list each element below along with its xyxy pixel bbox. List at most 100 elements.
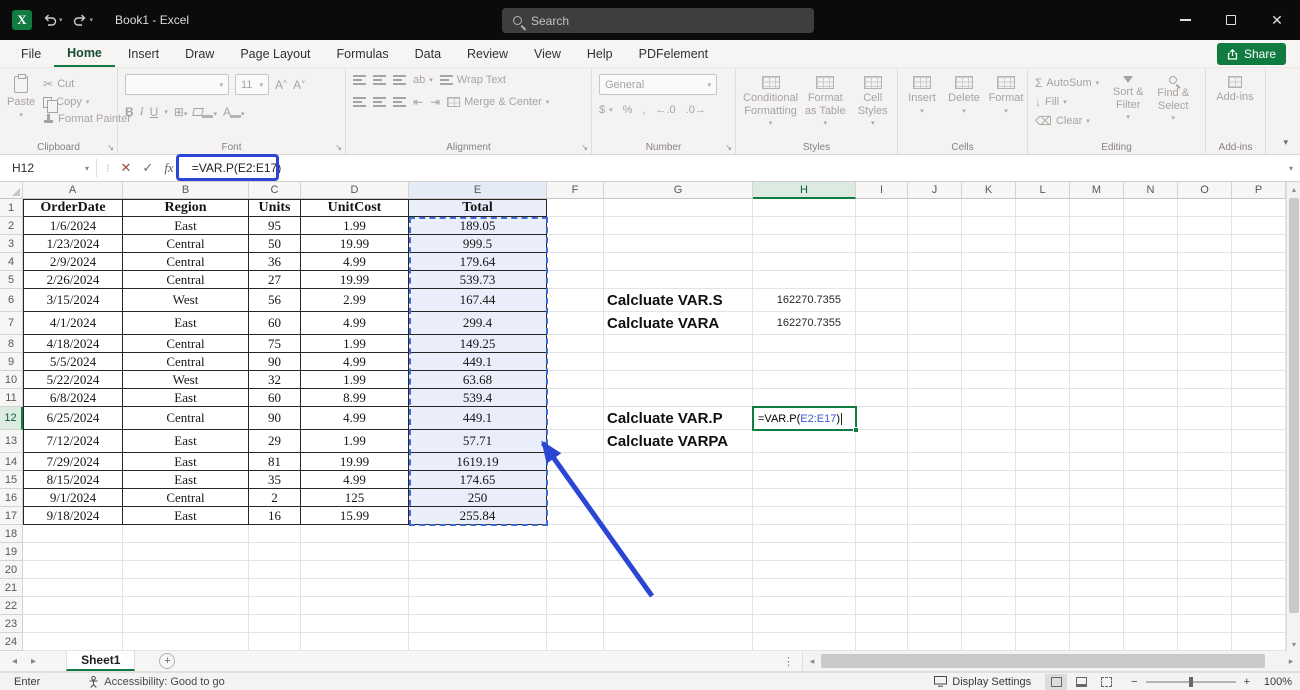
row-header-20[interactable]: 20 [0,561,23,579]
cell-N9[interactable] [1124,353,1178,371]
row-header-15[interactable]: 15 [0,471,23,489]
cell-L8[interactable] [1016,335,1070,353]
cell-N20[interactable] [1124,561,1178,579]
cell-D6[interactable]: 2.99 [301,289,409,312]
cell-B9[interactable]: Central [123,353,249,371]
cell-E6[interactable]: 167.44 [409,289,547,312]
cell-M22[interactable] [1070,597,1124,615]
expand-formula-bar-icon[interactable]: ▾ [1289,164,1293,173]
cell-C13[interactable]: 29 [249,430,301,453]
cell-L10[interactable] [1016,371,1070,389]
cell-M10[interactable] [1070,371,1124,389]
cell-M19[interactable] [1070,543,1124,561]
cell-C22[interactable] [249,597,301,615]
cell-A15[interactable]: 8/15/2024 [23,471,123,489]
cell-D13[interactable]: 1.99 [301,430,409,453]
cell-F1[interactable] [547,199,604,217]
cell-K11[interactable] [962,389,1016,407]
paste-dropdown-icon[interactable]: ▾ [19,112,23,120]
row-header-5[interactable]: 5 [0,271,23,289]
cell-B7[interactable]: East [123,312,249,335]
tab-review[interactable]: Review [454,40,521,67]
cell-J12[interactable] [908,407,962,430]
accessibility-status[interactable]: Accessibility: Good to go [88,676,224,688]
cell-D22[interactable] [301,597,409,615]
cell-J7[interactable] [908,312,962,335]
cell-G10[interactable] [604,371,753,389]
cell-H15[interactable] [753,471,856,489]
cell-G16[interactable] [604,489,753,507]
cell-N17[interactable] [1124,507,1178,525]
cell-M17[interactable] [1070,507,1124,525]
zoom-in-button[interactable]: + [1244,676,1250,688]
cell-P7[interactable] [1232,312,1286,335]
close-button[interactable]: ✕ [1254,0,1300,40]
cell-O9[interactable] [1178,353,1232,371]
cell-O12[interactable] [1178,407,1232,430]
autosum-button[interactable]: ΣAutoSum▾ [1035,76,1099,90]
row-header-19[interactable]: 19 [0,543,23,561]
cell-G2[interactable] [604,217,753,235]
cell-D11[interactable]: 8.99 [301,389,409,407]
cell-J23[interactable] [908,615,962,633]
column-header-J[interactable]: J [908,182,962,199]
cell-O15[interactable] [1178,471,1232,489]
cell-O10[interactable] [1178,371,1232,389]
align-left-icon[interactable] [353,97,366,107]
cell-N8[interactable] [1124,335,1178,353]
cell-B17[interactable]: East [123,507,249,525]
row-header-11[interactable]: 11 [0,389,23,407]
cell-A23[interactable] [23,615,123,633]
cell-K15[interactable] [962,471,1016,489]
cell-F23[interactable] [547,615,604,633]
cell-B19[interactable] [123,543,249,561]
cell-A22[interactable] [23,597,123,615]
cell-O8[interactable] [1178,335,1232,353]
cell-O2[interactable] [1178,217,1232,235]
maximize-button[interactable] [1208,0,1254,40]
cell-B5[interactable]: Central [123,271,249,289]
cell-N5[interactable] [1124,271,1178,289]
cell-F7[interactable] [547,312,604,335]
row-header-22[interactable]: 22 [0,597,23,615]
cell-A2[interactable]: 1/6/2024 [23,217,123,235]
cell-J19[interactable] [908,543,962,561]
cell-P2[interactable] [1232,217,1286,235]
cell-I16[interactable] [856,489,908,507]
increase-decimal-button[interactable]: ←.0 [655,104,675,116]
cell-F9[interactable] [547,353,604,371]
cell-H23[interactable] [753,615,856,633]
tab-formulas[interactable]: Formulas [324,40,402,67]
cell-P23[interactable] [1232,615,1286,633]
cell-D9[interactable]: 4.99 [301,353,409,371]
cell-K2[interactable] [962,217,1016,235]
addins-button[interactable]: Add-ins [1213,74,1257,104]
cell-A11[interactable]: 6/8/2024 [23,389,123,407]
cell-C9[interactable]: 90 [249,353,301,371]
cell-E21[interactable] [409,579,547,597]
borders-button[interactable]: ⊞▾ [174,105,188,119]
cell-G9[interactable] [604,353,753,371]
cell-F17[interactable] [547,507,604,525]
cell-G1[interactable] [604,199,753,217]
tab-draw[interactable]: Draw [172,40,227,67]
cell-H3[interactable] [753,235,856,253]
cell-M11[interactable] [1070,389,1124,407]
cell-F20[interactable] [547,561,604,579]
row-header-12[interactable]: 12 [0,407,23,430]
cell-G12[interactable]: Calcluate VAR.P [604,407,753,430]
row-header-10[interactable]: 10 [0,371,23,389]
cell-E16[interactable]: 250 [409,489,547,507]
cell-H4[interactable] [753,253,856,271]
fill-color-button[interactable]: ▾ [193,105,217,119]
cell-H8[interactable] [753,335,856,353]
cell-I14[interactable] [856,453,908,471]
normal-view-button[interactable] [1045,674,1067,690]
column-header-H[interactable]: H [753,182,856,199]
cell-M9[interactable] [1070,353,1124,371]
cell-E17[interactable]: 255.84 [409,507,547,525]
cell-B3[interactable]: Central [123,235,249,253]
cell-F19[interactable] [547,543,604,561]
cell-D1[interactable]: UnitCost [301,199,409,217]
cell-C12[interactable]: 90 [249,407,301,430]
